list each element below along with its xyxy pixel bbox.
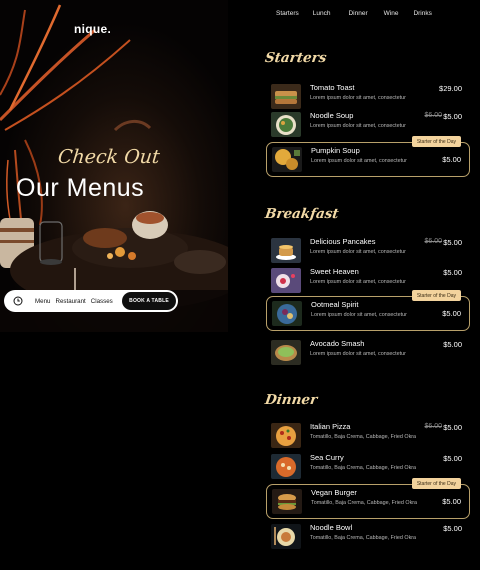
menu-item-name: Vegan Burger bbox=[311, 488, 357, 497]
menu-item-thumbnail[interactable] bbox=[271, 84, 301, 109]
menu-item-thumbnail[interactable] bbox=[271, 423, 301, 448]
menu-item-price: $5.00 bbox=[443, 238, 462, 247]
menu-item-price: $5.00 bbox=[442, 309, 461, 318]
hero-eyebrow: Check Out bbox=[56, 146, 161, 168]
menu-item-old-price: $6.00 bbox=[424, 423, 442, 430]
menu-category-nav: Starters Lunch Dinner Wine Drinks bbox=[276, 10, 432, 17]
menu-item-thumbnail[interactable] bbox=[271, 238, 301, 263]
menu-item-old-price: $6.00 bbox=[424, 112, 442, 119]
menu-item-name: Sweet Heaven bbox=[310, 267, 359, 276]
menu-item-price: $5.00 bbox=[443, 268, 462, 277]
menu-item-description: Lorem ipsum dolor sit amet, consectetur bbox=[311, 312, 407, 318]
category-tab-drinks[interactable]: Drinks bbox=[413, 10, 431, 17]
brand-logo[interactable]: nique. bbox=[74, 22, 111, 36]
starter-of-the-day-badge: Starter of the Day bbox=[411, 478, 461, 489]
menu-item-price: $5.00 bbox=[442, 155, 461, 164]
menu-item-description: Tomatillo, Baja Crema, Cabbage, Fried Ok… bbox=[310, 465, 417, 471]
category-tab-dinner[interactable]: Dinner bbox=[348, 10, 367, 17]
menu-item-name: Avocado Smash bbox=[310, 339, 365, 348]
menu-item-name: Italian Pizza bbox=[310, 422, 351, 431]
menu-item-thumbnail[interactable] bbox=[271, 268, 301, 293]
hero-headline: Our Menus bbox=[16, 174, 145, 202]
menu-item-vegan-burger[interactable]: Vegan Burger Tomatillo, Baja Crema, Cabba… bbox=[266, 478, 470, 519]
menu-item-name: Delicious Pancakes bbox=[310, 237, 376, 246]
menu-item-description: Lorem ipsum dolor sit amet, consectetur bbox=[310, 279, 406, 285]
menu-item-description: Lorem ipsum dolor sit amet, consectetur bbox=[310, 123, 406, 129]
section-title-breakfast: Breakfast bbox=[263, 206, 340, 222]
menu-item-description: Tomatillo, Baja Crema, Cabbage, Fried Ok… bbox=[310, 434, 417, 440]
menu-item-thumbnail[interactable] bbox=[271, 112, 301, 137]
menu-item-noodle-bowl[interactable]: Noodle Bowl Tomatillo, Baja Crema, Cabbag… bbox=[266, 520, 470, 553]
menu-item-thumbnail[interactable] bbox=[272, 489, 302, 514]
menu-item-thumbnail[interactable] bbox=[271, 340, 301, 365]
starter-of-the-day-badge: Starter of the Day bbox=[411, 136, 461, 147]
menu-item-description: Tomatillo, Baja Crema, Cabbage, Fried Ok… bbox=[310, 535, 417, 541]
menu-item-name: Sea Curry bbox=[310, 453, 344, 462]
starter-of-the-day-badge: Starter of the Day bbox=[411, 290, 461, 301]
menu-item-description: Lorem ipsum dolor sit amet, consectetur bbox=[310, 249, 406, 255]
menu-item-avocado-smash[interactable]: Avocado Smash Lorem ipsum dolor sit amet,… bbox=[266, 336, 470, 369]
menu-item-name: Tomato Toast bbox=[310, 83, 355, 92]
category-tab-starters[interactable]: Starters bbox=[276, 10, 299, 17]
category-tab-lunch[interactable]: Lunch bbox=[313, 10, 331, 17]
nav-link-menu[interactable]: Menu bbox=[35, 298, 50, 305]
nav-link-classes[interactable]: Classes bbox=[91, 298, 113, 305]
section-title-dinner: Dinner bbox=[263, 392, 319, 408]
menu-item-italian-pizza[interactable]: Italian Pizza Tomatillo, Baja Crema, Cabb… bbox=[266, 419, 470, 452]
floating-navbar: Menu Restaurant Classes BOOK A TABLE bbox=[4, 290, 178, 312]
menu-item-ootmeal-spirit[interactable]: Ootmeal Spirit Lorem ipsum dolor sit amet… bbox=[266, 290, 470, 331]
menu-item-price: $5.00 bbox=[443, 524, 462, 533]
menu-item-name: Ootmeal Spirit bbox=[311, 300, 359, 309]
menu-item-price: $5.00 bbox=[442, 497, 461, 506]
nav-link-restaurant[interactable]: Restaurant bbox=[55, 298, 85, 305]
menu-item-old-price: $6.00 bbox=[424, 238, 442, 245]
menu-item-name: Noodle Soup bbox=[310, 111, 354, 120]
menu-item-description: Lorem ipsum dolor sit amet, consectetur bbox=[310, 351, 406, 357]
menu-item-price: $5.00 bbox=[443, 340, 462, 349]
hero-banner: nique. Check Out Our Menus Menu Restaura… bbox=[0, 0, 228, 332]
menu-item-thumbnail[interactable] bbox=[272, 147, 302, 172]
clock-icon[interactable] bbox=[13, 296, 23, 306]
menu-item-thumbnail[interactable] bbox=[271, 524, 301, 549]
menu-item-description: Tomatillo, Baja Crema, Cabbage, Fried Ok… bbox=[311, 500, 418, 506]
menu-item-thumbnail[interactable] bbox=[272, 301, 302, 326]
menu-item-description: Lorem ipsum dolor sit amet, consectetur bbox=[310, 95, 406, 101]
book-table-button[interactable]: BOOK A TABLE bbox=[122, 292, 176, 310]
menu-item-description: Lorem ipsum dolor sit amet, consectetur bbox=[311, 158, 407, 164]
menu-item-pumpkin-soup[interactable]: Pumpkin Soup Lorem ipsum dolor sit amet, … bbox=[266, 136, 470, 177]
menu-item-price: $5.00 bbox=[443, 112, 462, 121]
category-tab-wine[interactable]: Wine bbox=[384, 10, 399, 17]
menu-item-delicious-pancakes[interactable]: Delicious Pancakes Lorem ipsum dolor sit … bbox=[266, 234, 470, 267]
menu-item-thumbnail[interactable] bbox=[271, 454, 301, 479]
menu-item-price: $5.00 bbox=[443, 454, 462, 463]
menu-item-price: $29.00 bbox=[439, 84, 462, 93]
menu-item-name: Pumpkin Soup bbox=[311, 146, 360, 155]
menu-item-name: Noodle Bowl bbox=[310, 523, 353, 532]
menu-item-price: $5.00 bbox=[443, 423, 462, 432]
section-title-starters: Starters bbox=[263, 50, 328, 66]
